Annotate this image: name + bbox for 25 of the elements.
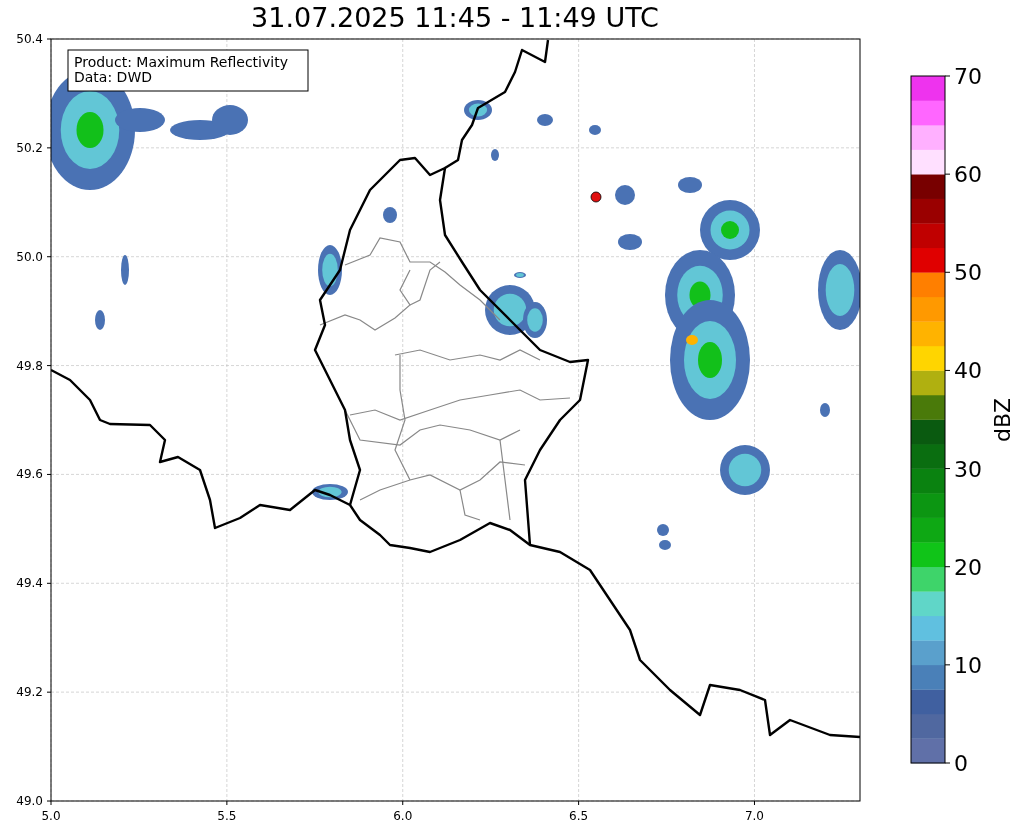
colorbar-tick-label: 30 — [954, 456, 982, 482]
y-tick-label: 49.8 — [16, 358, 43, 373]
colorbar-tick-label: 20 — [954, 554, 982, 580]
colorbar-tick-label: 70 — [954, 64, 982, 89]
location-marker-icon — [590, 191, 602, 203]
y-tick-label: 50.4 — [16, 32, 43, 46]
y-tick-label: 49.6 — [16, 467, 43, 482]
y-tick-label: 50.0 — [16, 249, 43, 264]
colorbar-label: dBZ — [990, 397, 1015, 443]
annotation-box: Product: Maximum Reflectivity Data: DWD — [67, 49, 309, 92]
x-tick-label: 5.0 — [41, 809, 61, 823]
x-tick-label: 5.5 — [217, 809, 237, 823]
colorbar-tick-label: 10 — [954, 652, 982, 678]
y-tick-label: 49.4 — [16, 576, 43, 591]
colorbar-tick-label: 0 — [954, 751, 968, 776]
y-tick-label: 49.2 — [16, 685, 43, 700]
y-tick-label: 50.2 — [16, 140, 43, 155]
x-tick-label: 6.5 — [569, 809, 589, 823]
colorbar-tick-label: 60 — [954, 162, 982, 188]
colorbar-tick-label: 40 — [954, 358, 982, 384]
x-tick-label: 6.0 — [393, 809, 413, 823]
chart-title: 31.07.2025 11:45 - 11:49 UTC — [251, 3, 659, 31]
colorbar-tick-label: 50 — [954, 260, 982, 286]
y-tick-label: 49.0 — [16, 794, 43, 808]
x-tick-label: 7.0 — [744, 809, 765, 823]
